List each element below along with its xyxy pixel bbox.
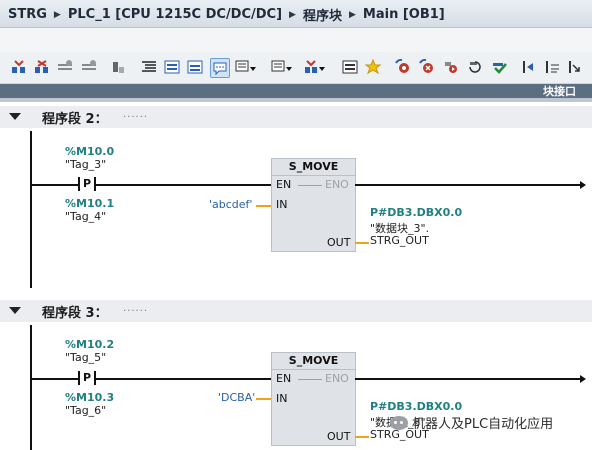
- collapse-triangle-icon[interactable]: [9, 307, 21, 314]
- s-move-block[interactable]: S_MOVE EN ENO IN OUT: [271, 158, 356, 252]
- chevron-right-icon: ▶: [289, 9, 296, 20]
- rung-wire: [355, 184, 580, 186]
- watermark: 机器人及PLC自动化应用: [390, 413, 553, 432]
- breadcrumb-program-blocks[interactable]: 程序块: [303, 5, 342, 24]
- out-tag-member[interactable]: STRG_OUT: [370, 234, 429, 247]
- power-rail: [30, 325, 32, 450]
- contact-address: %M10.0: [65, 145, 115, 158]
- rung-wire: [96, 378, 272, 380]
- out-pin: OUT: [327, 430, 351, 443]
- edge-memory-address: %M10.3: [65, 391, 115, 404]
- watermark-text: 机器人及PLC自动化应用: [412, 417, 554, 432]
- move-up-icon[interactable]: [270, 58, 294, 76]
- s-move-block[interactable]: S_MOVE EN ENO IN OUT: [271, 352, 356, 446]
- contact-left-bar: [78, 371, 80, 385]
- comment-toggle-icon[interactable]: [210, 58, 230, 78]
- step-icon[interactable]: [520, 58, 538, 76]
- show-favorites-icon[interactable]: [186, 58, 204, 76]
- rung-wire: [355, 378, 580, 380]
- block-name: S_MOVE: [272, 353, 355, 370]
- block-interface-splitter[interactable]: [0, 98, 592, 102]
- network-2-comment[interactable]: ......: [123, 109, 148, 120]
- network-delete-icon[interactable]: [33, 58, 51, 76]
- step-in-icon[interactable]: [566, 58, 584, 76]
- contact-address: %M10.2: [65, 338, 115, 351]
- rung-wire: [31, 378, 78, 380]
- edge-memory-tag: "Tag_4": [65, 210, 107, 223]
- breadcrumb-project[interactable]: STRG: [8, 7, 47, 22]
- network-3-header[interactable]: 程序段 3： ......: [0, 300, 592, 322]
- force-icon[interactable]: [442, 58, 460, 76]
- go-to-icon[interactable]: [303, 58, 327, 76]
- move-down-icon[interactable]: [234, 58, 258, 76]
- p-contact[interactable]: P: [83, 371, 91, 384]
- edge-memory-tag: "Tag_6": [65, 404, 107, 417]
- p-contact[interactable]: P: [83, 177, 91, 190]
- network-2-title: 程序段 2：: [42, 112, 108, 127]
- in-constant[interactable]: 'DCBA': [218, 391, 255, 404]
- en-pin: EN: [276, 178, 292, 191]
- rung-wire: [96, 184, 272, 186]
- breadcrumb-main-ob1[interactable]: Main [OB1]: [363, 7, 445, 22]
- in-connection: [256, 205, 271, 207]
- breakpoint-icon[interactable]: [491, 58, 509, 76]
- in-constant[interactable]: 'abcdef': [209, 198, 252, 211]
- monitor-off-icon[interactable]: [417, 58, 435, 76]
- network-3-comment[interactable]: ......: [123, 303, 148, 314]
- network-insert-icon[interactable]: [10, 58, 28, 76]
- toolbar-spacer: [0, 28, 592, 53]
- open-all-networks-icon[interactable]: [140, 58, 158, 76]
- network-insert-above-icon[interactable]: [80, 58, 98, 76]
- favorite-icon[interactable]: [364, 58, 382, 76]
- modify-icon[interactable]: [467, 58, 485, 76]
- en-pin: EN: [276, 372, 292, 385]
- en-eno-line: [298, 379, 322, 380]
- close-all-networks-icon[interactable]: [163, 58, 181, 76]
- editor-title-bar: STRG ▶ PLC_1 [CPU 1215C DC/DC/DC] ▶ 程序块 …: [0, 0, 592, 28]
- chevron-right-icon: ▶: [348, 9, 356, 20]
- eno-pin: ENO: [325, 372, 349, 385]
- show-list-icon[interactable]: [341, 58, 359, 76]
- rung-wire: [31, 184, 78, 186]
- rung-end-arrow-icon: [580, 181, 586, 189]
- monitor-icon[interactable]: [393, 58, 411, 76]
- breadcrumb-plc[interactable]: PLC_1 [CPU 1215C DC/DC/DC]: [68, 7, 282, 22]
- in-pin: IN: [276, 198, 288, 211]
- network-2-header[interactable]: 程序段 2： ......: [0, 106, 592, 128]
- en-eno-line: [298, 185, 322, 186]
- out-connection: [355, 242, 369, 244]
- editor-toolbar: [0, 52, 592, 84]
- network-3-title: 程序段 3：: [42, 306, 108, 321]
- in-pin: IN: [276, 392, 288, 405]
- contact-left-bar: [78, 177, 80, 191]
- block-interface-bar[interactable]: 块接口: [0, 84, 592, 98]
- breadcrumb: STRG ▶ PLC_1 [CPU 1215C DC/DC/DC] ▶ 程序块 …: [8, 5, 445, 24]
- contact-tag: "Tag_3": [65, 158, 107, 171]
- block-name: S_MOVE: [272, 159, 355, 176]
- network-insert-below-icon[interactable]: [56, 58, 74, 76]
- wechat-icon: [390, 415, 408, 430]
- out-address: P#DB3.DBX0.0: [370, 206, 463, 219]
- eno-pin: ENO: [325, 178, 349, 191]
- power-rail: [30, 131, 32, 288]
- out-connection: [355, 436, 369, 438]
- block-interface-label: 块接口: [543, 85, 576, 98]
- rung-end-arrow-icon: [580, 375, 586, 383]
- contact-tag: "Tag_5": [65, 351, 107, 364]
- out-address: P#DB3.DBX0.0: [370, 400, 463, 413]
- collapse-triangle-icon[interactable]: [9, 113, 21, 120]
- reset-icon[interactable]: [109, 58, 127, 76]
- filter-icon[interactable]: [543, 58, 561, 76]
- in-connection: [256, 398, 271, 400]
- out-pin: OUT: [327, 236, 351, 249]
- chevron-right-icon: ▶: [53, 9, 61, 20]
- edge-memory-address: %M10.1: [65, 197, 115, 210]
